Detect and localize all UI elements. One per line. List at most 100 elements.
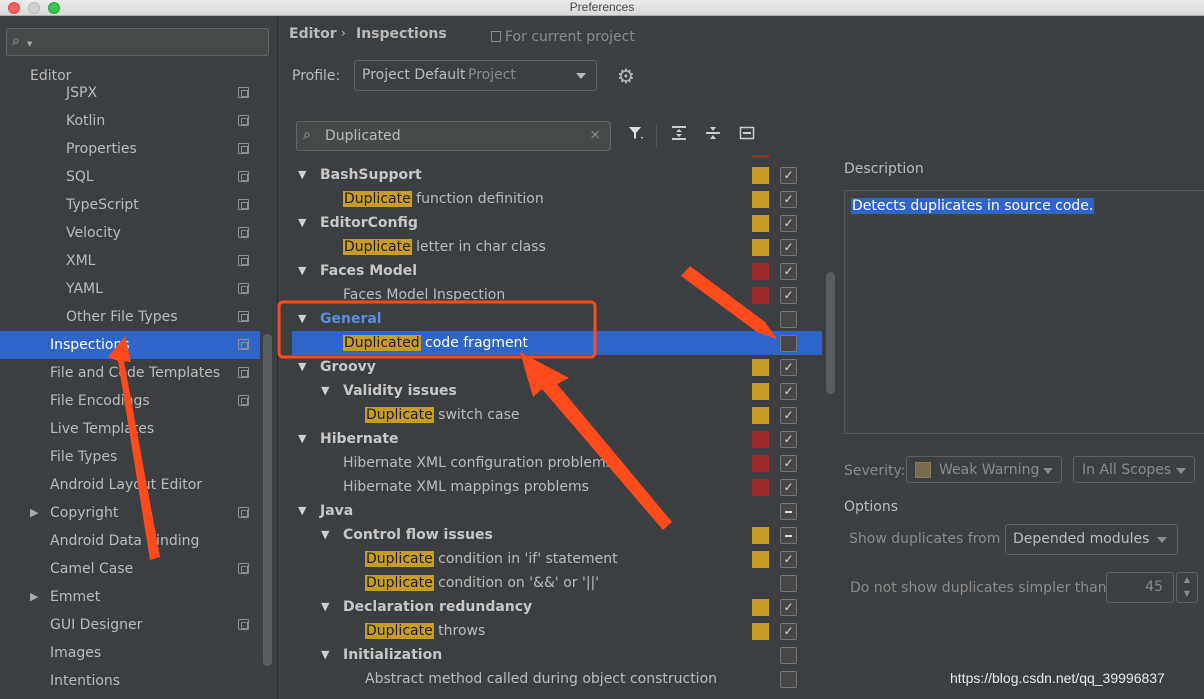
copy-scope-icon bbox=[238, 367, 249, 378]
enabled-checkbox[interactable] bbox=[780, 575, 797, 592]
sidebar-item-typescript[interactable]: TypeScript bbox=[0, 191, 260, 219]
expand-arrow-icon[interactable]: ▶ bbox=[30, 499, 38, 527]
enabled-checkbox[interactable]: ✓ bbox=[780, 479, 797, 496]
collapse-arrow-icon[interactable]: ▼ bbox=[298, 427, 306, 451]
sidebar-item-yaml[interactable]: YAML bbox=[0, 275, 260, 303]
collapse-arrow-icon[interactable]: ▼ bbox=[321, 595, 329, 619]
tree-group-row[interactable]: ▼ Control flow issues bbox=[292, 523, 822, 547]
tree-inspection-row[interactable]: Duplicate letter in char class ✓ bbox=[292, 235, 822, 259]
enabled-checkbox[interactable]: ✓ bbox=[780, 167, 797, 184]
collapse-arrow-icon[interactable]: ▼ bbox=[321, 379, 329, 403]
collapse-all-icon[interactable] bbox=[702, 124, 724, 148]
collapse-arrow-icon[interactable]: ▼ bbox=[298, 307, 306, 331]
sidebar-item-file-encodings[interactable]: File Encodings bbox=[0, 387, 260, 415]
collapse-arrow-icon[interactable]: ▼ bbox=[298, 259, 306, 283]
tree-inspection-row[interactable]: Duplicate function definition ✓ bbox=[292, 187, 822, 211]
tree-inspection-row[interactable]: Abstract method called during object con… bbox=[292, 667, 822, 691]
tree-group-row[interactable]: ▼ General bbox=[292, 307, 822, 331]
collapse-arrow-icon[interactable]: ▼ bbox=[298, 499, 306, 523]
simpler-than-field[interactable]: 45 bbox=[1106, 572, 1174, 603]
sidebar-item-emmet[interactable]: ▶ Emmet bbox=[0, 583, 260, 611]
collapse-arrow-icon[interactable]: ▼ bbox=[298, 355, 306, 379]
profile-dropdown[interactable]: Project Default Project bbox=[354, 60, 597, 91]
enabled-checkbox[interactable]: ✓ bbox=[780, 359, 797, 376]
tree-inspection-row[interactable]: Hibernate XML configuration problems ✓ bbox=[292, 451, 822, 475]
enabled-checkbox[interactable]: ✓ bbox=[780, 191, 797, 208]
tree-inspection-row[interactable]: Duplicate condition in 'if' statement ✓ bbox=[292, 547, 822, 571]
warning-severity-swatch bbox=[752, 239, 769, 256]
sidebar-scrollbar[interactable] bbox=[263, 334, 272, 666]
tree-group-row[interactable]: ▼ Initialization bbox=[292, 643, 822, 667]
show-duplicates-dropdown[interactable]: Depended modules bbox=[1005, 524, 1178, 555]
settings-search-input[interactable]: ⌕ ▼ bbox=[6, 28, 269, 56]
enabled-checkbox[interactable] bbox=[780, 647, 797, 664]
enabled-checkbox[interactable] bbox=[780, 311, 797, 328]
sidebar-item-copyright[interactable]: ▶ Copyright bbox=[0, 499, 260, 527]
expand-all-icon[interactable] bbox=[668, 124, 690, 148]
enabled-checkbox[interactable] bbox=[780, 671, 797, 688]
sidebar-item-live-templates[interactable]: Live Templates bbox=[0, 415, 260, 443]
enabled-checkbox[interactable]: ✓ bbox=[780, 551, 797, 568]
tree-group-row[interactable]: ▼ BashSupport ✓ bbox=[292, 163, 822, 187]
sidebar-item-intentions[interactable]: Intentions bbox=[0, 667, 260, 695]
reset-icon[interactable] bbox=[736, 124, 758, 148]
collapse-arrow-icon[interactable]: ▼ bbox=[298, 211, 306, 235]
enabled-checkbox[interactable]: ✓ bbox=[780, 287, 797, 304]
sidebar-item-label: Copyright bbox=[50, 505, 119, 521]
collapse-arrow-icon[interactable]: ▼ bbox=[321, 643, 329, 667]
sidebar-item-xml[interactable]: XML bbox=[0, 247, 260, 275]
tree-inspection-row[interactable]: Duplicate condition on '&&' or '||' bbox=[292, 571, 822, 595]
sidebar-item-android-data-binding[interactable]: Android Data Binding bbox=[0, 527, 260, 555]
tree-inspection-row[interactable]: Faces Model Inspection ✓ bbox=[292, 283, 822, 307]
enabled-checkbox[interactable]: ✓ bbox=[780, 263, 797, 280]
sidebar-item-other-file-types[interactable]: Other File Types bbox=[0, 303, 260, 331]
filter-icon[interactable] bbox=[625, 124, 647, 148]
enabled-checkbox[interactable]: ✓ bbox=[780, 239, 797, 256]
sidebar-item-camel-case[interactable]: Camel Case bbox=[0, 555, 260, 583]
tree-inspection-row[interactable]: Duplicate throws ✓ bbox=[292, 619, 822, 643]
enabled-checkbox[interactable]: ✓ bbox=[780, 599, 797, 616]
enabled-checkbox[interactable]: ✓ bbox=[780, 215, 797, 232]
enabled-checkbox[interactable] bbox=[780, 503, 797, 520]
sidebar-item-android-layout-editor[interactable]: Android Layout Editor bbox=[0, 471, 260, 499]
sidebar-item-inspections[interactable]: Inspections bbox=[0, 331, 260, 359]
scope-dropdown[interactable]: In All Scopes bbox=[1073, 456, 1195, 483]
enabled-checkbox[interactable] bbox=[780, 335, 797, 352]
gear-icon[interactable]: ⚙ bbox=[617, 64, 635, 88]
sidebar-item-jspx[interactable]: JSPX bbox=[0, 79, 260, 107]
tree-group-row[interactable]: ▼ EditorConfig ✓ bbox=[292, 211, 822, 235]
tree-scrollbar[interactable] bbox=[826, 272, 835, 394]
collapse-arrow-icon[interactable]: ▼ bbox=[298, 163, 306, 187]
sidebar-item-sql[interactable]: SQL bbox=[0, 163, 260, 191]
simpler-than-stepper[interactable]: ▲ ▼ bbox=[1176, 572, 1198, 603]
sidebar-item-gui-designer[interactable]: GUI Designer bbox=[0, 611, 260, 639]
tree-inspection-row[interactable]: Duplicated code fragment bbox=[292, 331, 822, 355]
clear-icon[interactable]: × bbox=[589, 127, 601, 143]
tree-group-row[interactable]: ▼ Groovy ✓ bbox=[292, 355, 822, 379]
enabled-checkbox[interactable] bbox=[780, 527, 797, 544]
tree-group-row[interactable]: ▼ Validity issues ✓ bbox=[292, 379, 822, 403]
tree-inspection-row[interactable]: Duplicate switch case ✓ bbox=[292, 403, 822, 427]
copy-scope-icon bbox=[238, 171, 249, 182]
tree-group-row[interactable]: ▼ Java bbox=[292, 499, 822, 523]
expand-arrow-icon[interactable]: ▶ bbox=[30, 583, 38, 611]
inspection-filter-input[interactable]: ⌕ Duplicated × bbox=[296, 121, 611, 151]
tree-group-row[interactable]: ▼ Hibernate ✓ bbox=[292, 427, 822, 451]
sidebar-item-file-types[interactable]: File Types bbox=[0, 443, 260, 471]
enabled-checkbox[interactable]: ✓ bbox=[780, 623, 797, 640]
enabled-checkbox[interactable]: ✓ bbox=[780, 383, 797, 400]
tree-inspection-row[interactable]: Hibernate XML mappings problems ✓ bbox=[292, 475, 822, 499]
tree-row-label: Duplicate condition on '&&' or '||' bbox=[365, 571, 599, 595]
tree-group-row[interactable]: ▼ Declaration redundancy ✓ bbox=[292, 595, 822, 619]
enabled-checkbox[interactable]: ✓ bbox=[780, 455, 797, 472]
enabled-checkbox[interactable]: ✓ bbox=[780, 407, 797, 424]
sidebar-item-kotlin[interactable]: Kotlin bbox=[0, 107, 260, 135]
sidebar-item-properties[interactable]: Properties bbox=[0, 135, 260, 163]
tree-group-row[interactable]: ▼ Faces Model ✓ bbox=[292, 259, 822, 283]
sidebar-item-velocity[interactable]: Velocity bbox=[0, 219, 260, 247]
sidebar-item-file-and-code-templates[interactable]: File and Code Templates bbox=[0, 359, 260, 387]
enabled-checkbox[interactable]: ✓ bbox=[780, 431, 797, 448]
collapse-arrow-icon[interactable]: ▼ bbox=[321, 523, 329, 547]
severity-dropdown[interactable]: Weak Warning bbox=[906, 456, 1062, 483]
sidebar-item-images[interactable]: Images bbox=[0, 639, 260, 667]
